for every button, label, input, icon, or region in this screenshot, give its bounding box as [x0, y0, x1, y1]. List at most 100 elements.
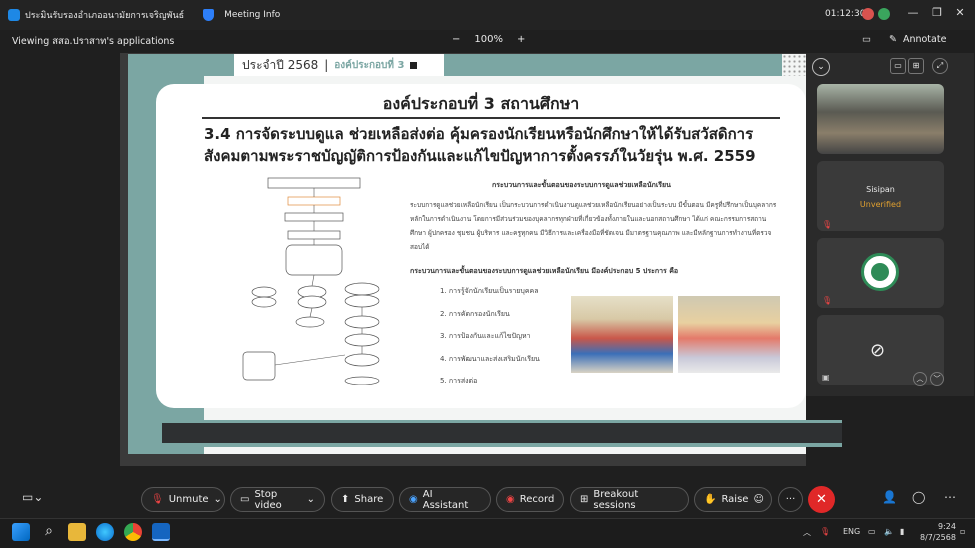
slide-heading: 3.4 การจัดระบบดูแล ช่วยเหลือส่งต่อ คุ้มค… [204, 125, 756, 165]
pen-icon: ✎ [888, 34, 897, 45]
recording-status-icon [862, 8, 874, 20]
mic-muted-tray-icon[interactable]: 🎙 [820, 527, 830, 536]
annotate-button[interactable]: Annotate [903, 34, 946, 45]
page-up-icon[interactable]: ︿ [913, 372, 927, 386]
description-paragraph: ระบบการดูแลช่วยเหลือนักเรียน เป็นกระบวนก… [410, 201, 777, 251]
section-heading-2: กระบวนการและขั้นตอนของระบบการดูแลช่วยเหล… [410, 267, 679, 275]
slide-year: ประจำปี 2568 [242, 57, 319, 72]
title-rule [202, 117, 780, 119]
stop-video-button[interactable]: ▭ Stop video ⌄ [230, 487, 325, 512]
minimize-icon[interactable]: — [905, 6, 921, 22]
shield-icon[interactable] [203, 9, 215, 21]
more-panels-icon[interactable]: ⋯ [944, 490, 956, 504]
webex-logo-icon [8, 9, 20, 21]
webex-taskbar-icon[interactable] [152, 523, 170, 541]
chat-bubble-icon[interactable]: ▭⌄ [22, 490, 43, 504]
breakout-icon: ⊞ [580, 494, 589, 505]
participants-icon[interactable]: 👤 [882, 490, 897, 504]
grid-view-icon[interactable]: ⊞ [908, 58, 924, 74]
classroom-photo [571, 296, 673, 373]
notification-icon[interactable]: ▫ [960, 527, 965, 536]
list-item: 4. การพัฒนาและส่งเสริมนักเรียน [440, 354, 540, 363]
page-down-icon[interactable]: ﹀ [930, 372, 944, 386]
share-button[interactable]: ⬆ Share [331, 487, 394, 512]
viewing-label: Viewing สสอ.ปราสาท's applications [12, 35, 175, 47]
zoom-out-button[interactable]: − [452, 34, 460, 45]
expand-icon[interactable]: ⤢ [932, 58, 948, 74]
raise-label: Raise [721, 494, 749, 505]
section-heading-1: กระบวนการและขั้นตอนของระบบการดูแลช่วยเหล… [492, 181, 671, 189]
zoom-level[interactable]: 100% [474, 34, 503, 45]
participant-tile[interactable] [817, 161, 944, 231]
camera-off-icon: ⊘ [870, 340, 886, 361]
chevron-up-icon[interactable]: ︿ [803, 527, 811, 538]
clock-date: 8/7/2568 [920, 533, 956, 542]
chevron-down-icon[interactable]: ⌄ [214, 494, 222, 505]
share-label: Share [354, 494, 384, 505]
reaction-icon[interactable]: ☺ [753, 494, 763, 505]
restore-icon[interactable]: ❐ [929, 6, 945, 22]
slide-bottom-bar [162, 423, 842, 443]
flowchart-diagram [242, 177, 380, 385]
annotate-group: ▭ ✎ Annotate [862, 34, 946, 45]
ai-assistant-icon: ◉ [409, 494, 418, 505]
meeting-info-link[interactable]: Meeting Info [224, 10, 280, 20]
system-clock[interactable]: 9:24 8/7/2568 [920, 521, 956, 543]
meeting-title: ประมินรับรองอำเภออนามัยการเจริญพันธ์ [25, 11, 185, 21]
breakout-label: Breakout sessions [593, 488, 639, 511]
clock-time: 9:24 [937, 522, 956, 531]
ai-assistant-button[interactable]: ◉ AI Assistant [399, 487, 491, 512]
connection-status-icon [878, 8, 890, 20]
stop-video-label: Stop video [254, 488, 282, 511]
close-icon[interactable]: ✕ [952, 6, 968, 22]
edge-browser-icon[interactable] [96, 523, 114, 541]
record-label: Record [519, 494, 555, 505]
windows-start-icon[interactable] [12, 523, 30, 541]
app-title-group: ประมินรับรองอำเภออนามัยการเจริญพันธ์ Mee… [8, 8, 280, 22]
record-button[interactable]: ◉ Record [496, 487, 564, 512]
slide-component: องค์ประกอบที่ 3 [334, 59, 405, 71]
stage-view-icon[interactable]: ▭ [890, 58, 906, 74]
file-explorer-icon[interactable] [68, 523, 86, 541]
slide-divider: | [324, 58, 329, 72]
unmute-label: Unmute [168, 494, 209, 505]
breakout-sessions-button[interactable]: ⊞ Breakout sessions [570, 487, 689, 512]
network-icon[interactable]: ▭ [868, 527, 876, 536]
chevron-down-icon[interactable]: ⌄ [812, 58, 830, 76]
mic-muted-icon: 🎙 [151, 494, 164, 505]
end-call-button[interactable]: ✕ [808, 486, 835, 513]
slide-title: องค์ประกอบที่ 3 สถานศึกษา [382, 94, 580, 113]
chrome-browser-icon[interactable] [124, 523, 142, 541]
chevron-down-icon[interactable]: ⌄ [307, 494, 315, 505]
list-item: 1. การรู้จักนักเรียนเป็นรายบุคคล [440, 287, 539, 295]
chat-icon[interactable]: ◯ [912, 490, 925, 504]
unmute-button[interactable]: 🎙 Unmute ⌄ [141, 487, 225, 512]
unverified-badge: Unverified [859, 200, 902, 209]
popout-icon[interactable]: ▭ [862, 34, 871, 45]
participant-video-tile[interactable] [817, 84, 944, 154]
search-icon[interactable]: ⌕ [40, 523, 58, 541]
ai-assistant-label: AI Assistant [422, 488, 469, 511]
mic-muted-icon: 🎙 [822, 220, 833, 229]
zoom-controls: − 100% + [452, 34, 525, 45]
zoom-in-button[interactable]: + [517, 34, 525, 45]
battery-icon[interactable]: ▮ [900, 527, 904, 536]
more-options-button[interactable]: ··· [778, 487, 803, 512]
component-list: 1. การรู้จักนักเรียนเป็นรายบุคคล 2. การค… [440, 286, 540, 399]
participant-name: Sisipan [866, 185, 895, 194]
mic-muted-icon: 🎙 [822, 296, 833, 305]
self-view-icon: ▣ [822, 373, 830, 382]
hand-icon: ✋ [704, 494, 717, 505]
square-marker [410, 61, 418, 69]
list-item: 5. การส่งต่อ [440, 377, 478, 385]
slide-tab: ประจำปี 2568 | องค์ประกอบที่ 3 [234, 54, 444, 76]
record-icon: ◉ [506, 494, 515, 505]
share-icon: ⬆ [341, 494, 350, 505]
volume-icon[interactable]: 🔈 [884, 527, 894, 536]
meeting-photo [678, 296, 780, 373]
meeting-timer: 01:12:30 [825, 9, 866, 19]
list-item: 3. การป้องกันและแก้ไขปัญหา [440, 332, 531, 340]
raise-hand-button[interactable]: ✋ Raise ☺ [694, 487, 772, 512]
list-item: 2. การคัดกรองนักเรียน [440, 309, 510, 318]
language-indicator[interactable]: ENG [843, 527, 860, 536]
